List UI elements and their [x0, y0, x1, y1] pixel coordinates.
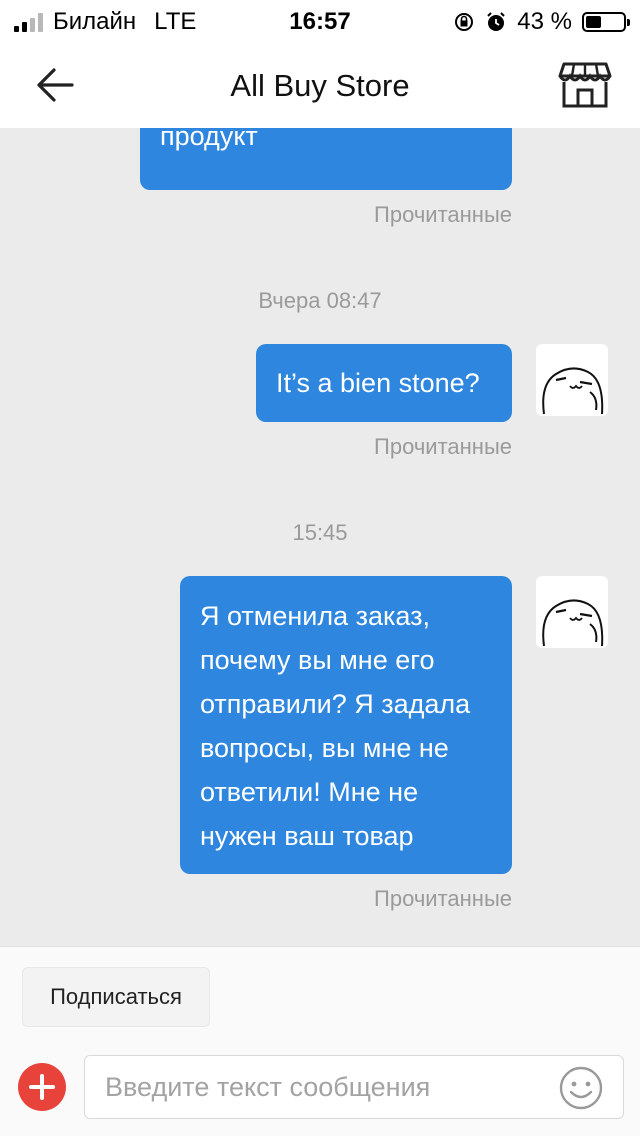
read-status: Прочитанные	[374, 434, 512, 459]
message-bubble[interactable]: It’s a bien stone?	[256, 344, 512, 422]
avatar[interactable]	[536, 344, 608, 416]
subscribe-button[interactable]: Подписаться	[22, 967, 210, 1027]
back-arrow-icon[interactable]	[30, 62, 80, 108]
avatar[interactable]	[536, 576, 608, 648]
battery-icon	[582, 12, 630, 32]
smiley-icon[interactable]	[558, 1065, 604, 1111]
read-status: Прочитанные	[374, 202, 512, 227]
message-bubble[interactable]: Я отменила заказ, почему вы мне его отпр…	[180, 576, 512, 874]
message-text: продукт	[160, 128, 258, 151]
message-text: It’s a bien stone?	[276, 368, 480, 398]
carrier-name: Билайн	[53, 8, 137, 35]
rotation-lock-icon	[455, 13, 474, 31]
message-line: вопросы, вы мне не	[200, 733, 449, 763]
message-line: ответили! Мне не	[200, 777, 419, 807]
battery-percent: 43 %	[517, 8, 572, 35]
bottom-panel: Подписаться	[0, 946, 640, 1136]
message-line: отправили? Я задала	[200, 689, 471, 719]
status-left: Билайн LTE	[14, 8, 196, 36]
message-line: нужен ваш товар	[200, 821, 414, 851]
network-type: LTE	[154, 8, 197, 35]
nav-bar: All Buy Store	[0, 42, 640, 128]
status-right: 43 %	[453, 8, 630, 36]
message-input[interactable]	[84, 1055, 624, 1119]
message-line: Я отменила заказ,	[200, 601, 431, 631]
store-icon[interactable]	[558, 60, 612, 110]
message-bubble[interactable]: продукт	[140, 128, 512, 190]
alarm-icon	[487, 12, 506, 31]
status-bar: Билайн LTE 16:57 43 %	[0, 0, 640, 42]
avatar-face-icon	[542, 599, 604, 647]
plus-circle-icon[interactable]	[18, 1063, 66, 1111]
signal-icon	[14, 12, 43, 32]
timestamp: 15:45	[292, 520, 348, 545]
timestamp: Вчера 08:47	[258, 288, 382, 313]
read-status: Прочитанные	[374, 886, 512, 911]
message-line: почему вы мне его	[200, 645, 435, 675]
avatar-face-icon	[542, 367, 604, 415]
chat-area[interactable]: продукт Прочитанные Вчера 08:47 It’s a b…	[0, 128, 640, 946]
page-title: All Buy Store	[230, 68, 410, 103]
